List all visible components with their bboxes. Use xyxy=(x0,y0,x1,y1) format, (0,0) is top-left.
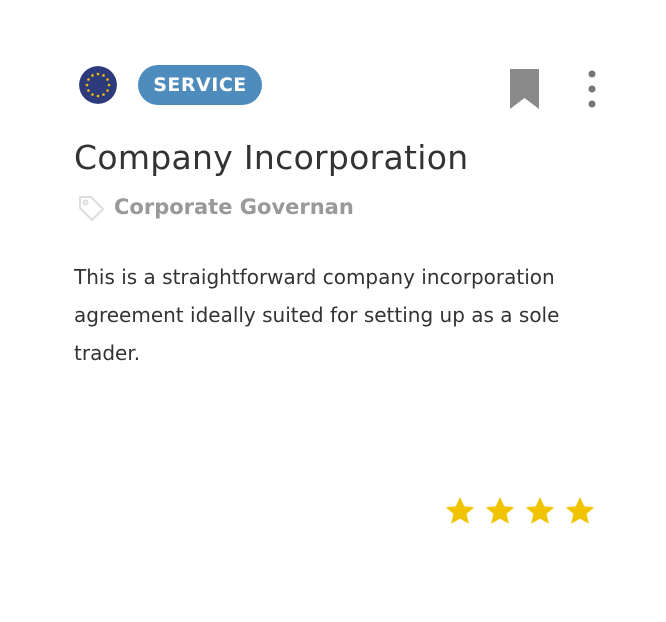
eu-flag-icon xyxy=(79,66,117,104)
card-description: This is a straightforward company incorp… xyxy=(74,265,560,365)
star-icon xyxy=(485,497,515,524)
document-card[interactable]: SERVICE Company Incorporation Corporate … xyxy=(0,0,666,622)
more-vertical-icon[interactable] xyxy=(580,68,604,110)
bookmark-icon[interactable] xyxy=(510,69,539,109)
star-icon xyxy=(565,497,595,524)
card-title[interactable]: Company Incorporation xyxy=(74,138,468,177)
tag-icon xyxy=(77,194,105,222)
star-icon xyxy=(445,497,475,524)
star-icon xyxy=(525,497,555,524)
category-badge: SERVICE xyxy=(138,65,262,105)
category-label: Corporate Governance xyxy=(114,195,354,219)
rating-stars xyxy=(444,495,596,527)
